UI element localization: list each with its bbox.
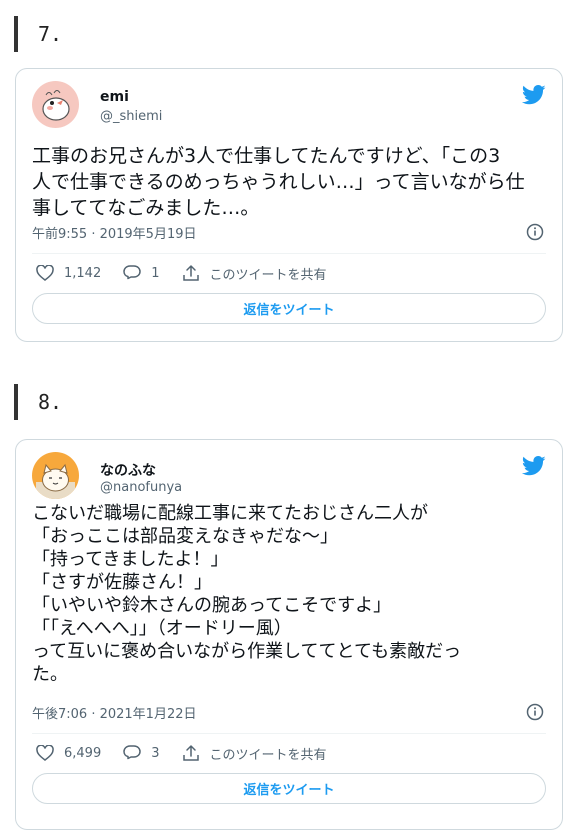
like-action[interactable]: 6,499 — [36, 745, 101, 761]
heart-icon — [36, 265, 54, 281]
speech-bubble-icon — [123, 265, 141, 280]
tweet-text: 工事のお兄さんが3人で仕事してたんですけど、「この3 人で仕事できるのめっちゃう… — [32, 143, 548, 221]
tweet-line: 「さすが佐藤さん！」 — [32, 572, 212, 593]
like-count: 1,142 — [64, 265, 102, 281]
tweet-line: 「「えへへへ」」（オードリー風） — [32, 618, 292, 639]
info-icon[interactable] — [526, 703, 544, 721]
tweet-timestamp[interactable]: 午後7:06 · 2021年1月22日 — [32, 703, 197, 722]
share-action[interactable]: このツイートを共有 — [182, 264, 327, 283]
tweet-line: 工事のお兄さんが3人で仕事してたんですけど、「この3 — [32, 145, 501, 167]
info-icon[interactable] — [526, 223, 544, 241]
tweet-card[interactable]: なのふな @nanofunya こないだ職場に配線工事に来てたおじさん二人が 「… — [15, 439, 563, 830]
tweet-line: 「いやいや鈴木さんの腕あってこそですよ」 — [32, 595, 392, 616]
tweet-timestamp[interactable]: 午前9:55 · 2019年5月19日 — [32, 223, 197, 242]
share-label: このツイートを共有 — [209, 747, 327, 763]
heading-bar — [14, 384, 18, 420]
display-name[interactable]: なのふな — [100, 460, 156, 480]
heart-icon — [36, 745, 54, 761]
heading-bar — [14, 16, 18, 52]
twitter-bird-icon[interactable] — [522, 85, 546, 105]
section-heading-7: 7. — [14, 16, 62, 52]
divider — [32, 253, 546, 254]
tweet-line: 人で仕事できるのめっちゃうれしい…」って言いながら仕 — [32, 171, 525, 193]
tweet-text: こないだ職場に配線工事に来てたおじさん二人が 「おっここは部品変えなきゃだな～」… — [32, 502, 548, 686]
section-number: 7. — [38, 22, 63, 46]
tweet-line: 「おっここは部品変えなきゃだな～」 — [32, 526, 338, 547]
like-count: 6,499 — [64, 745, 102, 761]
avatar[interactable] — [32, 452, 79, 499]
reply-action[interactable]: 1 — [123, 265, 160, 281]
tweet-actions: 1,142 1 このツイートを共有 — [36, 262, 349, 284]
reply-tweet-button[interactable]: 返信をツイート — [32, 773, 546, 804]
tweet-line: こないだ職場に配線工事に来てたおじさん二人が — [32, 503, 428, 524]
speech-bubble-icon — [123, 745, 141, 760]
share-icon — [182, 264, 199, 281]
share-action[interactable]: このツイートを共有 — [182, 744, 327, 763]
tweet-line: 事しててなごみました…。 — [32, 197, 260, 219]
tweet-card[interactable]: emi @_shiemi 工事のお兄さんが3人で仕事してたんですけど、「この3 … — [15, 68, 563, 342]
display-name[interactable]: emi — [100, 89, 129, 105]
share-icon — [182, 744, 199, 761]
like-action[interactable]: 1,142 — [36, 265, 101, 281]
twitter-bird-icon[interactable] — [522, 456, 546, 476]
reply-count: 1 — [151, 265, 160, 281]
tweet-actions: 6,499 3 このツイートを共有 — [36, 742, 349, 764]
section-number: 8. — [38, 390, 63, 414]
divider — [32, 733, 546, 734]
user-handle[interactable]: @nanofunya — [100, 480, 182, 495]
tweet-line: って互いに褒め合いながら作業しててとても素敵だっ — [32, 641, 462, 662]
tweet-line: 「持ってきましたよ！」 — [32, 549, 229, 570]
reply-tweet-button[interactable]: 返信をツイート — [32, 293, 546, 324]
reply-count: 3 — [151, 745, 160, 761]
reply-action[interactable]: 3 — [123, 745, 160, 761]
section-heading-8: 8. — [14, 384, 62, 420]
share-label: このツイートを共有 — [209, 267, 327, 283]
user-handle[interactable]: @_shiemi — [100, 109, 162, 124]
tweet-line: た。 — [32, 664, 68, 685]
avatar[interactable] — [32, 81, 79, 128]
